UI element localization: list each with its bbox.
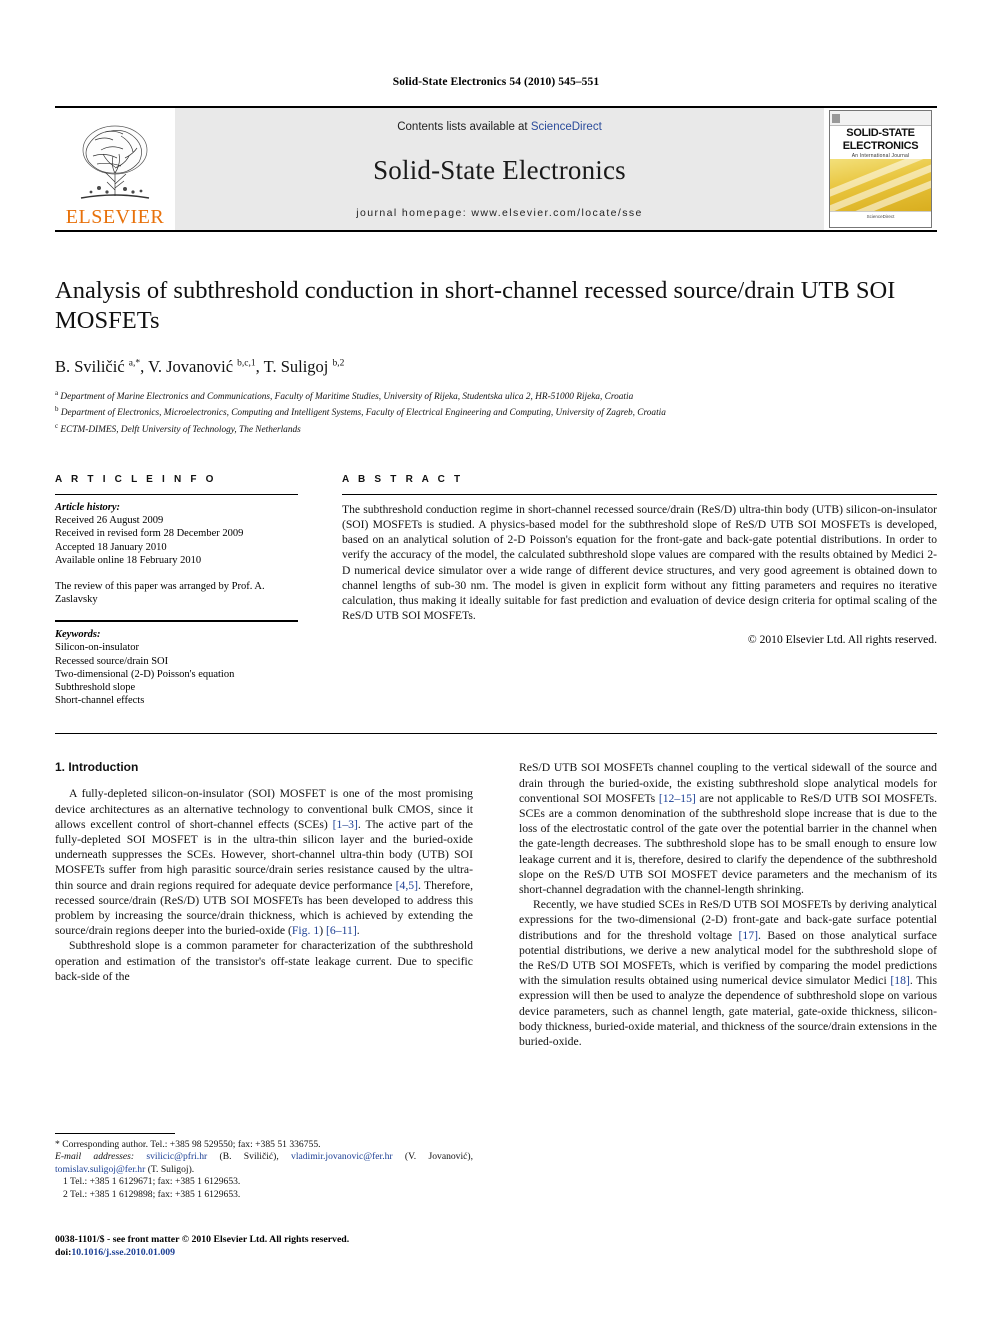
author-affil-marker: b,2 [332, 358, 345, 369]
title-block: Analysis of subthreshold conduction in s… [55, 276, 937, 436]
citation-ref[interactable]: [1–3] [333, 818, 358, 831]
citation-ref[interactable]: [6–11] [326, 924, 357, 937]
cover-title-line1: SOLID-STATE [846, 127, 915, 139]
body-column-left: 1. Introduction A fully-depleted silicon… [55, 760, 473, 1049]
journal-homepage-line[interactable]: journal homepage: www.elsevier.com/locat… [356, 207, 643, 219]
email-link-3[interactable]: tomislav.suligoj@fer.hr [55, 1164, 145, 1175]
cover-title-line2: ELECTRONICS [842, 140, 919, 152]
email-owner-2: (V. Jovanović), [404, 1151, 473, 1163]
email-addresses-label: E-mail addresses: [55, 1151, 135, 1163]
abstract-rule-top [342, 494, 937, 496]
citation-ref[interactable]: [4,5] [396, 879, 418, 892]
cover-box: SOLID-STATE ELECTRONICS An International… [829, 110, 932, 228]
article-info-rule-top [55, 494, 298, 496]
footnote-emails: E-mail addresses: svilicic@pfri.hr (B. S… [55, 1151, 473, 1176]
affiliation-list: a Department of Marine Electronics and C… [55, 387, 937, 436]
author-affil-marker: a,* [128, 358, 141, 369]
elsevier-wordmark: ELSEVIER [65, 206, 165, 228]
intro-paragraph-1: A fully-depleted silicon-on-insulator (S… [55, 787, 473, 938]
paper-page: Solid-State Electronics 54 (2010) 545–55… [0, 0, 992, 1323]
cover-artwork [830, 159, 931, 211]
imprint-doi-line: doi:10.1016/j.sse.2010.01.009 [55, 1247, 485, 1260]
citation-ref[interactable]: [18] [890, 974, 909, 987]
elsevier-logo: ELSEVIER [55, 108, 175, 230]
affiliation-item: c ECTM-DIMES, Delft University of Techno… [55, 421, 301, 435]
history-accepted: Accepted 18 January 2010 [55, 541, 167, 553]
author-affil-marker: b,c,1 [237, 358, 256, 369]
paper-title: Analysis of subthreshold conduction in s… [55, 277, 896, 334]
abstract-heading: A B S T R A C T [342, 474, 464, 486]
running-head: Solid-State Electronics 54 (2010) 545–55… [392, 76, 600, 88]
footnote-corresponding-author: * Corresponding author. Tel.: +385 98 52… [55, 1139, 321, 1150]
keyword-item: Silicon-on-insulator [55, 642, 139, 654]
footnote-tel-1: 1 Tel.: +385 1 6129671; fax: +385 1 6129… [63, 1176, 241, 1188]
keywords-label: Keywords: [55, 629, 101, 641]
email-owner-3: (T. Suligoj). [147, 1163, 195, 1175]
intro-paragraph-2: Subthreshold slope is a common parameter… [55, 939, 473, 983]
cover-publisher-mark-icon [832, 113, 840, 123]
figure-ref[interactable]: Fig. 1 [292, 924, 319, 937]
doi-link[interactable]: 10.1016/j.sse.2010.01.009 [71, 1247, 175, 1258]
footnote-tel-2: 2 Tel.: +385 1 6129898; fax: +385 1 6129… [63, 1188, 241, 1200]
email-owner-1: (B. Sviličić), [219, 1151, 279, 1163]
body-separator-rule [55, 733, 937, 735]
intro-paragraph-3: ReS/D UTB SOI MOSFETs channel coupling t… [519, 761, 937, 897]
contents-lists-line: Contents lists available at ScienceDirec… [397, 121, 602, 133]
review-arranged-note: The review of this paper was arranged by… [55, 580, 265, 606]
info-abstract-region: A R T I C L E I N F O Article history: R… [55, 474, 937, 707]
journal-masthead: ELSEVIER Contents lists available at Sci… [55, 106, 937, 232]
history-received: Received 26 August 2009 [55, 515, 164, 527]
contents-lists-prefix: Contents lists available at [397, 121, 531, 133]
sciencedirect-link[interactable]: ScienceDirect [531, 121, 602, 133]
intro-paragraph-4: Recently, we have studied SCEs in ReS/D … [519, 898, 937, 1049]
affiliation-item: a Department of Marine Electronics and C… [55, 389, 634, 403]
journal-cover-thumbnail: SOLID-STATE ELECTRONICS An International… [824, 108, 937, 230]
abstract-column: A B S T R A C T The subthreshold conduct… [342, 474, 937, 707]
abstract-text: The subthreshold conduction regime in sh… [342, 503, 937, 622]
cover-topbar [830, 111, 931, 126]
article-info-heading: A R T I C L E I N F O [55, 474, 217, 486]
doi-label: doi: [55, 1246, 72, 1258]
affiliation-item: b Department of Electronics, Microelectr… [55, 405, 666, 419]
author-list: B. Sviličić a,*, V. Jovanović b,c,1, T. … [55, 357, 345, 376]
history-online: Available online 18 February 2010 [55, 554, 202, 566]
abstract-copyright: © 2010 Elsevier Ltd. All rights reserved… [747, 632, 937, 646]
elsevier-tree-icon [80, 125, 150, 199]
keyword-item: Recessed source/drain SOI [55, 655, 169, 667]
cover-footer-text: ScienceDirect [830, 211, 931, 227]
article-info-column: A R T I C L E I N F O Article history: R… [55, 474, 298, 707]
footnote-block: * Corresponding author. Tel.: +385 98 52… [55, 1133, 473, 1201]
history-revised: Received in revised form 28 December 200… [55, 528, 244, 540]
body-column-right: ReS/D UTB SOI MOSFETs channel coupling t… [519, 760, 937, 1049]
imprint-block: 0038-1101/$ - see front matter © 2010 El… [55, 1234, 485, 1259]
journal-title: Solid-State Electronics [373, 154, 626, 185]
imprint-front-matter: 0038-1101/$ - see front matter © 2010 El… [55, 1234, 350, 1245]
email-link-2[interactable]: vladimir.jovanovic@fer.hr [291, 1151, 393, 1162]
citation-ref[interactable]: [17] [739, 929, 758, 942]
article-history-label: Article history: [55, 502, 121, 514]
keywords-rule [55, 620, 298, 623]
section-title-introduction: 1. Introduction [55, 760, 139, 775]
email-link-1[interactable]: svilicic@pfri.hr [146, 1151, 207, 1162]
keyword-item: Two-dimensional (2-D) Poisson's equation [55, 668, 235, 680]
citation-ref[interactable]: [12–15] [659, 792, 696, 805]
masthead-center: Contents lists available at ScienceDirec… [175, 108, 824, 230]
keyword-item: Short-channel effects [55, 695, 145, 707]
footnote-rule [55, 1133, 175, 1134]
keyword-item: Subthreshold slope [55, 682, 136, 693]
body-columns: 1. Introduction A fully-depleted silicon… [55, 760, 937, 1049]
